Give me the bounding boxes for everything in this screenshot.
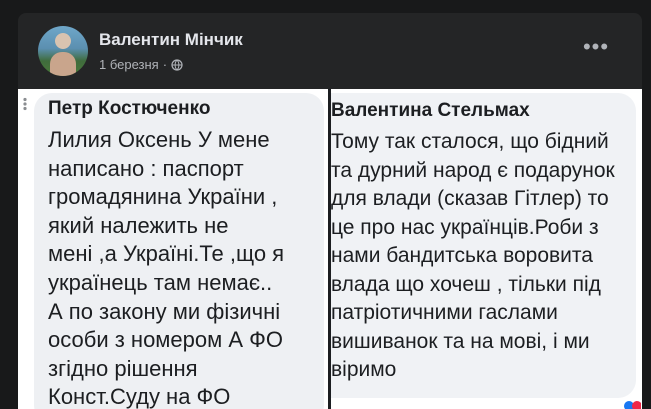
reaction-icons: [624, 401, 641, 409]
post-image[interactable]: Петр Костюченко Лилия Оксень У мене напи…: [18, 89, 642, 409]
dots-icon: [23, 97, 27, 111]
meta-separator: ·: [162, 57, 168, 72]
right-comment-text: Тому так сталося, що бідний та дурний на…: [331, 130, 615, 381]
left-comment-author: Петр Костюченко: [48, 98, 211, 119]
right-comment-author: Валентина Стельмах: [331, 100, 530, 121]
more-options-icon: •••: [582, 34, 610, 59]
author-avatar[interactable]: [38, 26, 88, 76]
post-header: Валентин Мінчик 1 березня · •••: [18, 13, 642, 89]
author-name[interactable]: Валентин Мінчик: [99, 30, 243, 50]
more-options-button[interactable]: •••: [578, 33, 614, 69]
avatar-figure: [50, 52, 76, 76]
post-meta: 1 березня ·: [99, 57, 183, 72]
right-comment-screenshot: Валентина Стельмах Тому так сталося, що …: [331, 89, 642, 409]
facebook-post-card: Валентин Мінчик 1 березня · ••• Петр Кос…: [18, 13, 642, 409]
left-comment-text: Лилия Оксень У мене написано : паспорт г…: [48, 127, 285, 409]
left-comment-screenshot: Петр Костюченко Лилия Оксень У мене напи…: [18, 89, 330, 409]
globe-icon[interactable]: [171, 58, 183, 71]
post-date[interactable]: 1 березня: [99, 57, 159, 72]
